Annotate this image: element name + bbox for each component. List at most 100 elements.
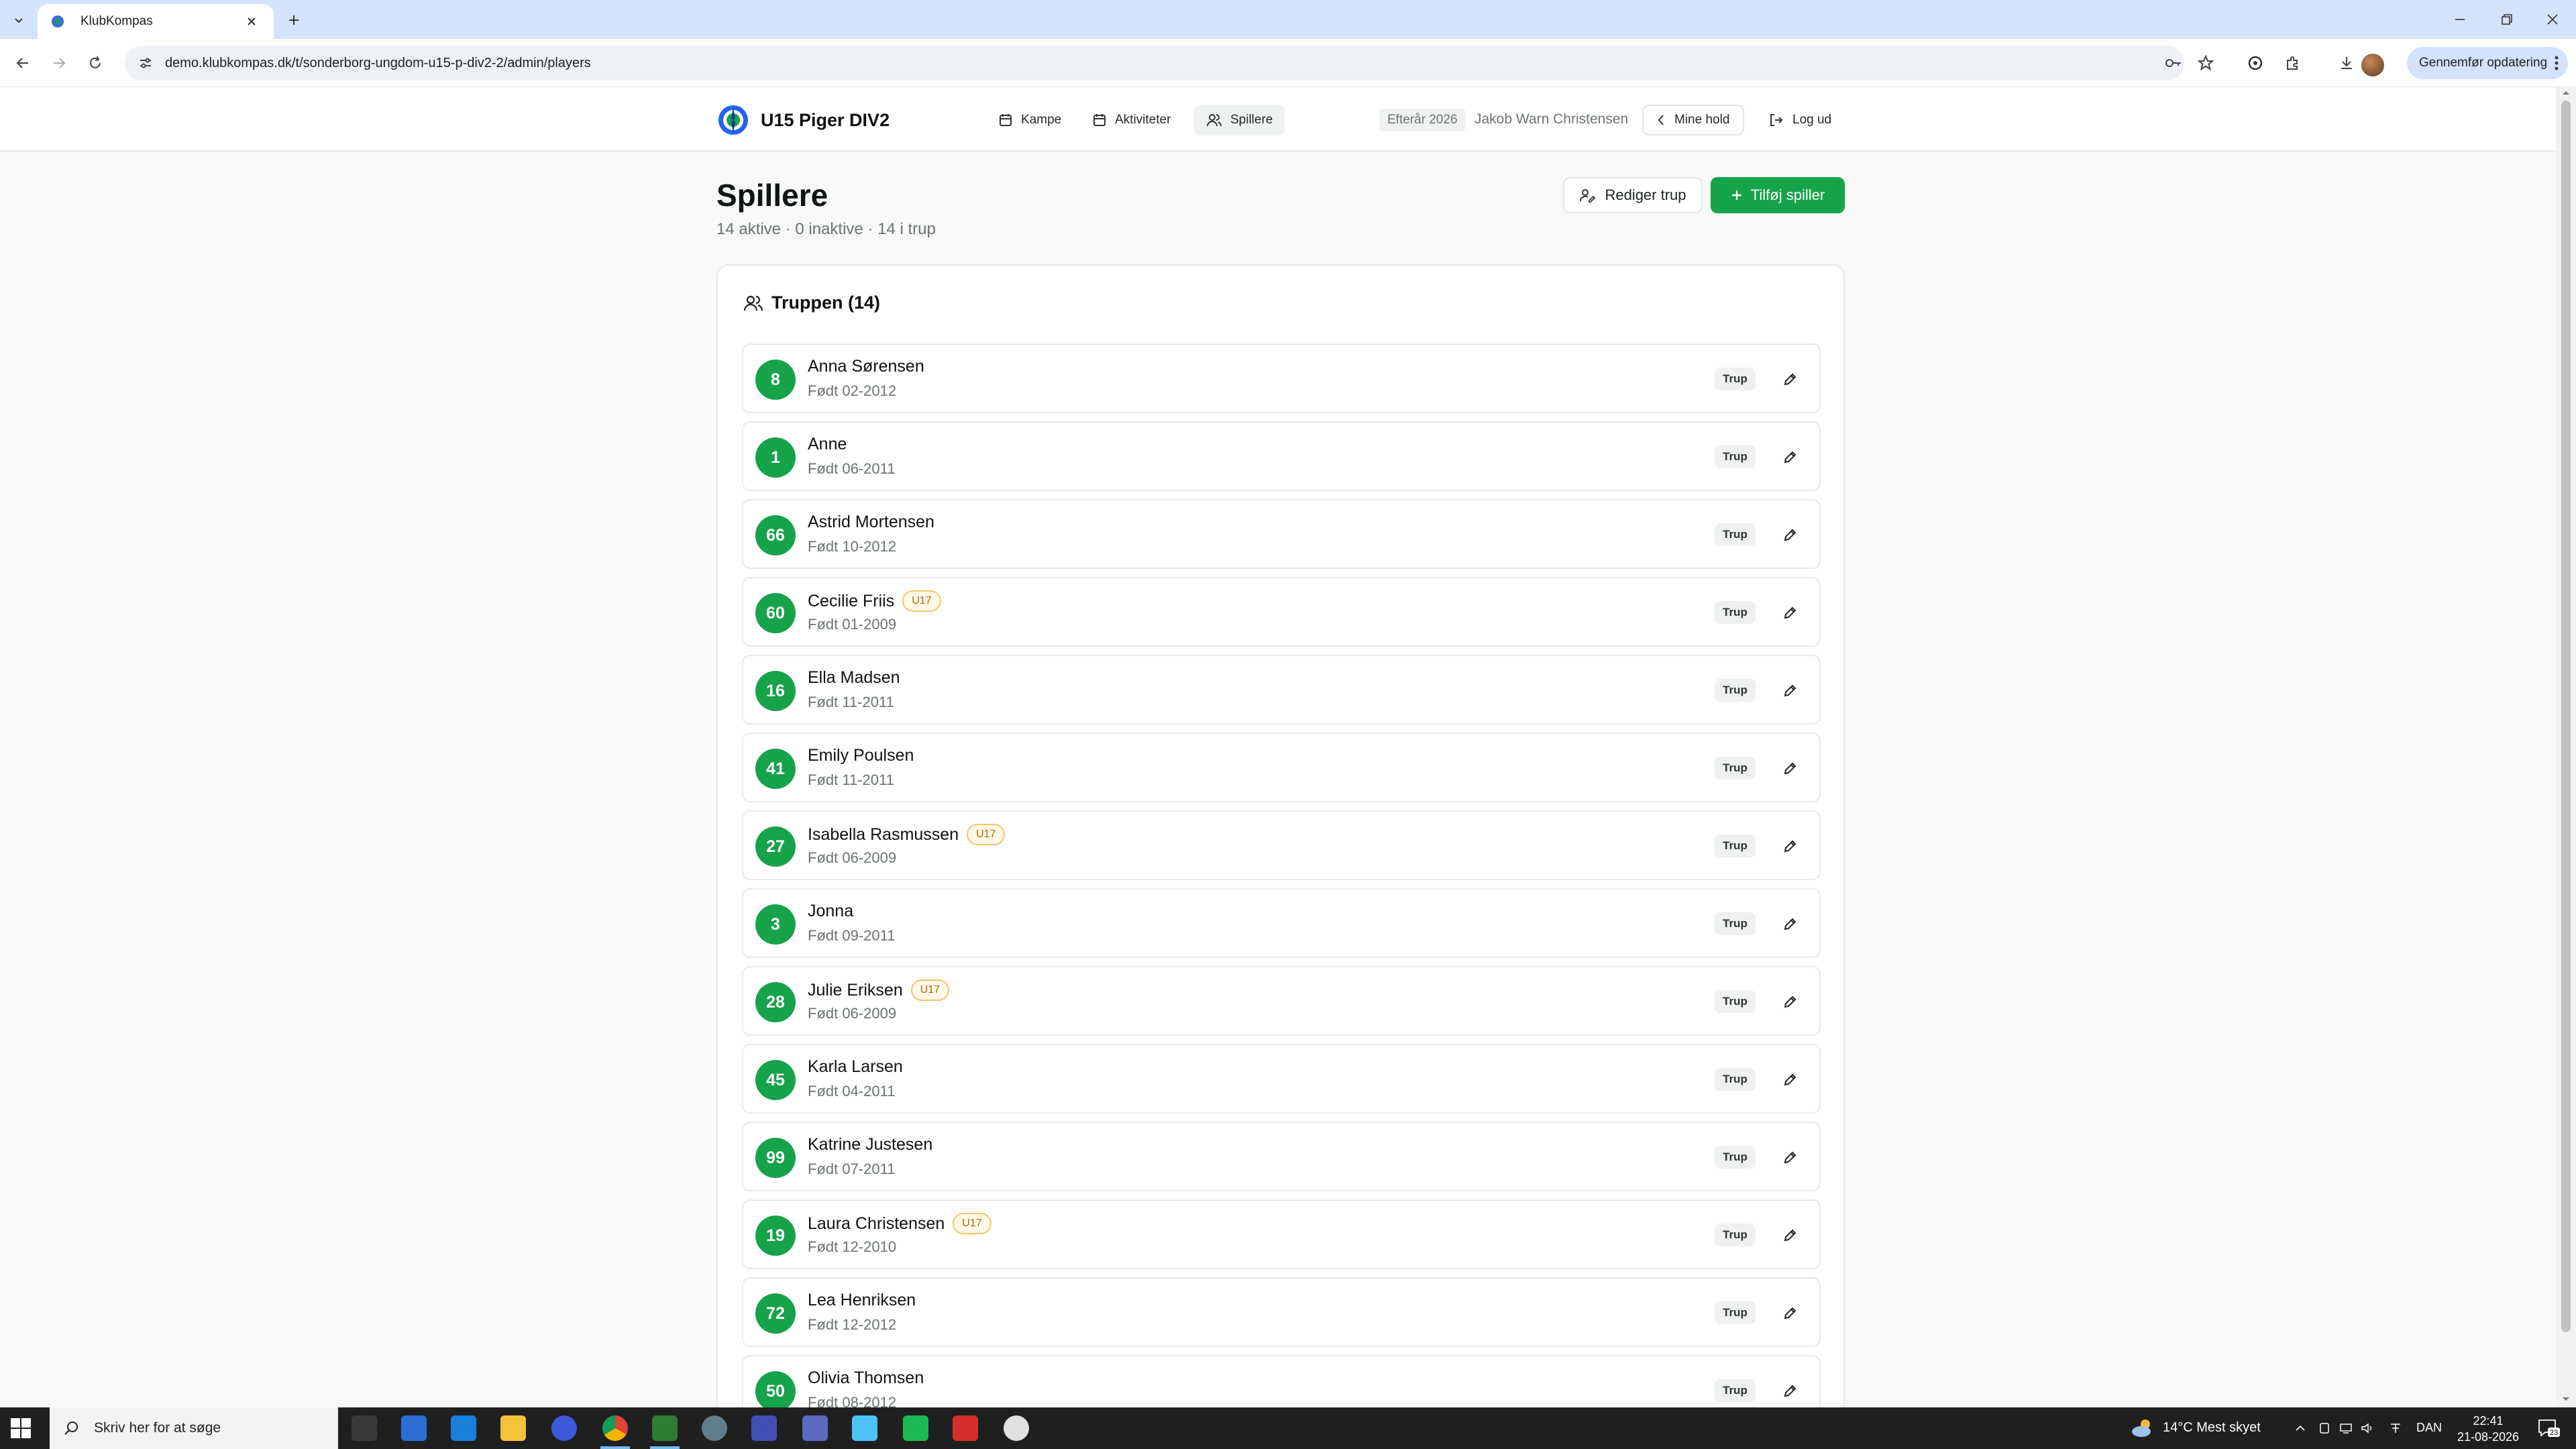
input-method-icon[interactable] xyxy=(2387,1419,2404,1437)
taskbar-clock[interactable]: 22:41 21-08-2026 xyxy=(2451,1413,2525,1445)
app-icon[interactable] xyxy=(702,1415,727,1441)
back-icon[interactable] xyxy=(8,48,38,78)
taskbar-app-icon[interactable] xyxy=(401,1415,427,1441)
language-indicator[interactable]: DAN xyxy=(2416,1421,2442,1435)
nav-aktiviteter[interactable]: Aktiviteter xyxy=(1080,105,1183,136)
task-view-icon[interactable] xyxy=(352,1415,377,1441)
player-row[interactable]: 19 Laura Christensen U17 Født 12-2010 Trup xyxy=(742,1199,1821,1269)
file-explorer-icon[interactable] xyxy=(500,1415,526,1441)
edit-pencil-icon[interactable] xyxy=(1776,989,1803,1016)
scroll-up-icon[interactable] xyxy=(2559,90,2573,99)
windows-start-icon[interactable] xyxy=(9,1417,32,1440)
edit-pencil-icon[interactable] xyxy=(1776,600,1803,627)
edit-pencil-icon[interactable] xyxy=(1776,911,1803,938)
excel-icon[interactable] xyxy=(652,1415,678,1441)
player-row[interactable]: 28 Julie Eriksen U17 Født 06-2009 Trup xyxy=(742,966,1821,1036)
player-row[interactable]: 3 Jonna Født 09-2011 Trup xyxy=(742,888,1821,958)
close-tab-icon[interactable] xyxy=(241,11,262,32)
player-row[interactable]: 27 Isabella Rasmussen U17 Født 06-2009 Trup xyxy=(742,810,1821,880)
profile-avatar[interactable] xyxy=(2361,54,2384,76)
squad-status-badge: Trup xyxy=(1715,601,1756,624)
nav-kampe[interactable]: Kampe xyxy=(986,105,1073,136)
browser-toolbar: demo.klubkompas.dk/t/sonderborg-ungdom-u… xyxy=(0,39,2576,87)
bookmark-star-icon[interactable] xyxy=(2191,48,2220,78)
edit-pencil-icon[interactable] xyxy=(1776,522,1803,549)
close-window-icon[interactable] xyxy=(2529,0,2576,39)
minimize-icon[interactable] xyxy=(2436,0,2483,39)
more-menu-icon[interactable] xyxy=(2555,55,2559,71)
scrollbar-thumb[interactable] xyxy=(2561,101,2571,1332)
squad-status-badge: Trup xyxy=(1715,835,1756,857)
player-name: Laura Christensen xyxy=(808,1214,945,1233)
app-icon[interactable] xyxy=(852,1415,877,1441)
squad-card: Truppen (14) 8 Anna Sørensen Født 02-2012 T… xyxy=(716,264,1845,1418)
calendar-icon xyxy=(1000,114,1012,126)
volume-icon[interactable] xyxy=(2359,1419,2376,1437)
squad-status-badge: Trup xyxy=(1715,1068,1756,1091)
player-row[interactable]: 45 Karla Larsen Født 04-2011 Trup xyxy=(742,1044,1821,1114)
restore-icon[interactable] xyxy=(2483,0,2530,39)
chrome-icon[interactable] xyxy=(602,1415,628,1441)
browser-tab[interactable]: KlubKompas xyxy=(38,4,274,39)
tab-search-icon[interactable] xyxy=(5,7,32,34)
player-row[interactable]: 41 Emily Poulsen Født 11-2011 Trup xyxy=(742,733,1821,802)
edit-pencil-icon[interactable] xyxy=(1776,1300,1803,1327)
sheets-icon[interactable] xyxy=(903,1415,928,1441)
player-row[interactable]: 1 Anne Født 06-2011 Trup xyxy=(742,421,1821,491)
network-icon[interactable] xyxy=(2337,1419,2355,1437)
app-icon[interactable] xyxy=(1004,1415,1029,1441)
jersey-number: 45 xyxy=(755,1060,796,1100)
app-icon[interactable] xyxy=(751,1415,777,1441)
weather-widget[interactable]: 14°C Mest skyet xyxy=(2131,1417,2261,1438)
notification-center-icon[interactable]: 23 xyxy=(2537,1418,2560,1438)
download-icon[interactable] xyxy=(2332,48,2361,78)
player-row[interactable]: 72 Lea Henriksen Født 12-2012 Trup xyxy=(742,1277,1821,1347)
extension-circle-icon[interactable] xyxy=(2241,48,2270,78)
tray-chevron-icon[interactable] xyxy=(2292,1419,2309,1437)
edit-pencil-icon[interactable] xyxy=(1776,1378,1803,1405)
edit-pencil-icon[interactable] xyxy=(1776,366,1803,393)
player-row[interactable]: 99 Katrine Justesen Født 07-2011 Trup xyxy=(742,1122,1821,1191)
chevron-left-icon xyxy=(1658,115,1664,125)
edit-pencil-icon[interactable] xyxy=(1776,678,1803,704)
edit-pencil-icon[interactable] xyxy=(1776,1222,1803,1249)
store-icon[interactable] xyxy=(451,1415,476,1441)
site-settings-icon[interactable] xyxy=(138,56,153,70)
add-player-button[interactable]: Tilføj spiller xyxy=(1711,177,1845,213)
logout-icon xyxy=(1770,114,1783,126)
player-row[interactable]: 60 Cecilie Friis U17 Født 01-2009 Trup xyxy=(742,577,1821,647)
team-brand[interactable]: U15 Piger DIV2 xyxy=(716,103,890,137)
player-row[interactable]: 66 Astrid Mortensen Født 10-2012 Trup xyxy=(742,499,1821,569)
player-name-wrap: Jonna xyxy=(808,902,853,921)
url-text: demo.klubkompas.dk/t/sonderborg-ungdom-u… xyxy=(165,55,591,70)
nav-spillere[interactable]: Spillere xyxy=(1194,105,1285,136)
logout-button[interactable]: Log ud xyxy=(1763,105,1837,136)
address-bar[interactable]: demo.klubkompas.dk/t/sonderborg-ungdom-u… xyxy=(125,46,2184,80)
update-browser-button[interactable]: Gennemfør opdatering xyxy=(2407,47,2568,79)
extensions-puzzle-icon[interactable] xyxy=(2278,48,2308,78)
player-row[interactable]: 16 Ella Madsen Født 11-2011 Trup xyxy=(742,655,1821,724)
jersey-number: 1 xyxy=(755,437,796,478)
tray-app-icon[interactable] xyxy=(2316,1419,2333,1437)
scroll-down-icon[interactable] xyxy=(2559,1397,2573,1406)
mine-hold-button[interactable]: Mine hold xyxy=(1642,105,1745,136)
taskbar-search[interactable]: Skriv her for at søge xyxy=(50,1407,338,1449)
edit-pencil-icon[interactable] xyxy=(1776,833,1803,860)
edit-pencil-icon[interactable] xyxy=(1776,1067,1803,1093)
add-player-label: Tilføj spiller xyxy=(1750,186,1825,203)
outlook-icon[interactable] xyxy=(551,1415,577,1441)
player-row[interactable]: 8 Anna Sørensen Født 02-2012 Trup xyxy=(742,343,1821,413)
birth-date: Født 11-2011 xyxy=(808,771,894,788)
forward-icon[interactable] xyxy=(44,48,74,78)
reload-icon[interactable] xyxy=(80,48,110,78)
jersey-number: 60 xyxy=(755,593,796,633)
edit-pencil-icon[interactable] xyxy=(1776,444,1803,471)
edit-squad-button[interactable]: Rediger trup xyxy=(1563,177,1703,213)
app-icon[interactable] xyxy=(953,1415,978,1441)
new-tab-icon[interactable] xyxy=(282,8,306,32)
edit-pencil-icon[interactable] xyxy=(1776,1144,1803,1171)
calculator-icon[interactable] xyxy=(802,1415,828,1441)
edit-pencil-icon[interactable] xyxy=(1776,755,1803,782)
jersey-number: 50 xyxy=(755,1371,796,1411)
password-key-icon[interactable] xyxy=(2159,48,2188,78)
